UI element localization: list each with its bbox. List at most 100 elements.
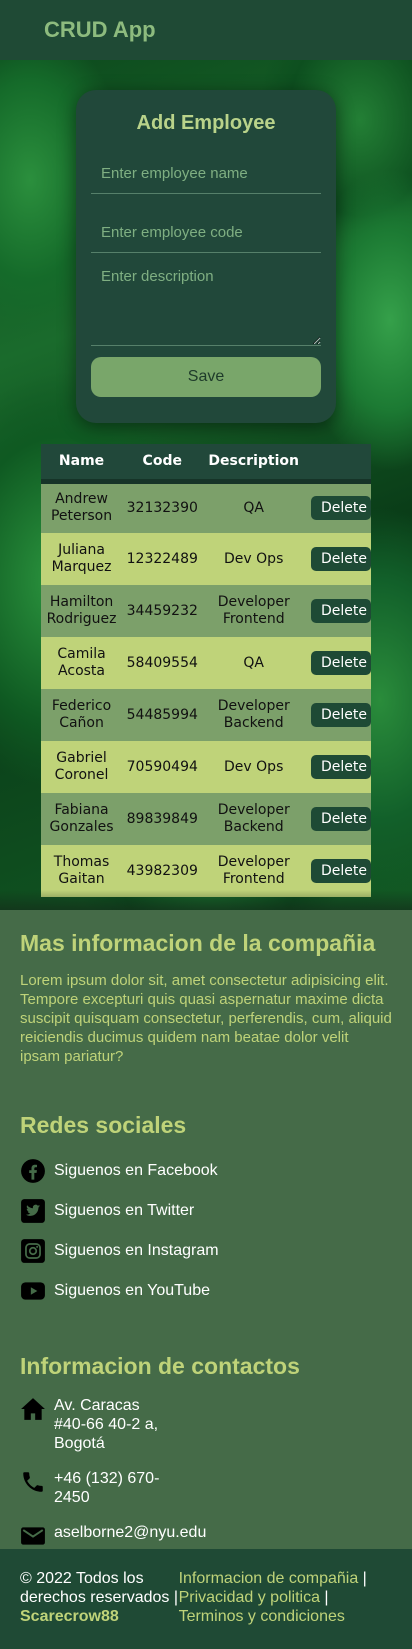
about-title: Mas informacion de la compañia xyxy=(20,930,376,956)
home-icon xyxy=(21,1398,45,1420)
save-button[interactable]: Save xyxy=(91,357,321,397)
contact-list: Av. Caracas #40-66 40-2 a, Bogotá +46 (1… xyxy=(20,1396,392,1549)
cell-actions: Delete xyxy=(304,741,371,793)
description-textarea[interactable] xyxy=(91,256,321,346)
cell-actions: Delete xyxy=(304,585,371,637)
phone-text: +46 (132) 670-2450 xyxy=(54,1470,160,1506)
delete-button[interactable]: Delete xyxy=(310,547,371,571)
cell-code: 58409554 xyxy=(122,637,203,689)
cell-description: Developer Backend xyxy=(202,689,305,741)
employee-code-input[interactable] xyxy=(91,205,321,253)
social-list: Siguenos en Facebook Siguenos en Twitter… xyxy=(20,1151,392,1311)
email-icon xyxy=(21,1527,45,1545)
cell-name: Federico Cañon xyxy=(41,689,123,741)
social-link-instagram[interactable]: Siguenos en Instagram xyxy=(20,1231,392,1271)
footer-link-company[interactable]: Informacion de compañia xyxy=(179,1570,359,1587)
social-title: Redes sociales xyxy=(20,1112,187,1138)
delete-button[interactable]: Delete xyxy=(310,496,371,521)
table-row: Fabiana Gonzales 89839849 Developer Backen… xyxy=(41,793,371,845)
footer-links: Informacion de compañia | Privacidad y p… xyxy=(178,1570,367,1625)
social-label: Siguenos en Instagram xyxy=(54,1242,219,1259)
about-text: Lorem ipsum dolor sit, amet consectetur … xyxy=(20,972,392,1065)
employee-table-container[interactable]: Name Code Description Andrew Peterson 321… xyxy=(41,444,371,897)
cell-actions: Delete xyxy=(304,481,371,533)
hero-section: Add Employee Save Name Code Description … xyxy=(0,60,412,910)
cell-name: Hamilton Rodriguez xyxy=(41,585,123,637)
cell-code: 89839849 xyxy=(122,793,203,845)
contact-email[interactable]: aselborne2@nyu.edu xyxy=(20,1523,392,1549)
cell-name: Fabiana Gonzales xyxy=(41,793,123,845)
employee-table: Name Code Description Andrew Peterson 321… xyxy=(41,444,371,897)
cell-actions: Delete xyxy=(304,533,371,585)
cell-name: Thomas Gaitan xyxy=(41,845,123,897)
email-text: aselborne2@nyu.edu xyxy=(54,1524,207,1541)
copyright-text: © 2022 Todos los derechos reservados | xyxy=(20,1570,179,1606)
navbar: CRUD App xyxy=(0,0,412,60)
cell-description: Dev Ops xyxy=(202,741,305,793)
table-row: Hamilton Rodriguez 34459232 Developer Fron… xyxy=(41,585,371,637)
cell-description: Developer Frontend xyxy=(202,845,305,897)
cell-description: Dev Ops xyxy=(202,533,305,585)
cell-description: QA xyxy=(202,481,305,533)
social-label: Siguenos en YouTube xyxy=(54,1282,210,1299)
contact-title: Informacion de contactos xyxy=(20,1353,300,1379)
table-row: Juliana Marquez 12322489 Dev Ops Delete xyxy=(41,533,371,585)
footer-copyright: © 2022 Todos los derechos reservados | S… xyxy=(20,1569,179,1649)
cell-code: 54485994 xyxy=(122,689,203,741)
delete-button[interactable]: Delete xyxy=(310,599,371,623)
delete-button[interactable]: Delete xyxy=(310,859,371,883)
contact-address: Av. Caracas #40-66 40-2 a, Bogotá xyxy=(20,1396,392,1453)
cell-name: Juliana Marquez xyxy=(41,533,123,585)
instagram-icon xyxy=(21,1239,45,1263)
facebook-icon xyxy=(21,1159,45,1183)
form-title: Add Employee xyxy=(136,112,276,134)
table-row: Gabriel Coronel 70590494 Dev Ops Delete xyxy=(41,741,371,793)
social-label: Siguenos en Facebook xyxy=(54,1162,218,1179)
header-code: Code xyxy=(122,444,203,484)
table-row: Camila Acosta 58409554 QA Delete xyxy=(41,637,371,689)
footer-link-privacy[interactable]: Privacidad y politica xyxy=(179,1589,320,1606)
table-row: Andrew Peterson 32132390 QA Delete xyxy=(41,481,371,533)
cell-name: Camila Acosta xyxy=(41,637,123,689)
info-section: Mas informacion de la compañia Lorem ips… xyxy=(0,910,412,1549)
table-body: Andrew Peterson 32132390 QA Delete Juliana M… xyxy=(41,481,371,897)
cell-code: 12322489 xyxy=(122,533,203,585)
cell-actions: Delete xyxy=(304,637,371,689)
delete-button[interactable]: Delete xyxy=(310,807,371,831)
footer-link-terms[interactable]: Terminos y condiciones xyxy=(179,1608,345,1625)
contact-phone[interactable]: +46 (132) 670-2450 xyxy=(20,1469,392,1507)
social-label: Siguenos en Twitter xyxy=(54,1202,195,1219)
cell-code: 32132390 xyxy=(122,481,203,533)
cell-actions: Delete xyxy=(304,845,371,897)
social-link-twitter[interactable]: Siguenos en Twitter xyxy=(20,1191,392,1231)
cell-description: Developer Frontend xyxy=(202,585,305,637)
brand-logo[interactable]: CRUD App xyxy=(44,17,156,43)
cell-description: QA xyxy=(202,637,305,689)
cell-actions: Delete xyxy=(304,689,371,741)
table-row: Federico Cañon 54485994 Developer Backend D… xyxy=(41,689,371,741)
youtube-icon xyxy=(21,1282,45,1300)
footer: © 2022 Todos los derechos reservados | S… xyxy=(0,1549,412,1649)
employee-name-input[interactable] xyxy=(91,146,321,194)
author-name: Scarecrow88 xyxy=(20,1608,119,1625)
delete-button[interactable]: Delete xyxy=(310,755,371,779)
address-text: Av. Caracas #40-66 40-2 a, Bogotá xyxy=(54,1397,159,1452)
cell-code: 43982309 xyxy=(122,845,203,897)
delete-button[interactable]: Delete xyxy=(310,651,371,675)
table-header-row: Name Code Description xyxy=(41,444,371,484)
cell-description: Developer Backend xyxy=(202,793,305,845)
cell-name: Andrew Peterson xyxy=(41,481,123,533)
add-employee-form: Add Employee Save xyxy=(76,90,336,423)
cell-code: 70590494 xyxy=(122,741,203,793)
phone-icon xyxy=(23,1472,43,1492)
social-link-youtube[interactable]: Siguenos en YouTube xyxy=(20,1271,392,1311)
twitter-icon xyxy=(21,1199,45,1223)
cell-code: 34459232 xyxy=(122,585,203,637)
header-actions xyxy=(304,444,371,484)
cell-actions: Delete xyxy=(304,793,371,845)
table-row: Thomas Gaitan 43982309 Developer Frontend D… xyxy=(41,845,371,897)
header-description: Description xyxy=(202,444,305,484)
header-name: Name xyxy=(41,444,123,484)
delete-button[interactable]: Delete xyxy=(310,703,371,727)
social-link-facebook[interactable]: Siguenos en Facebook xyxy=(20,1151,392,1191)
